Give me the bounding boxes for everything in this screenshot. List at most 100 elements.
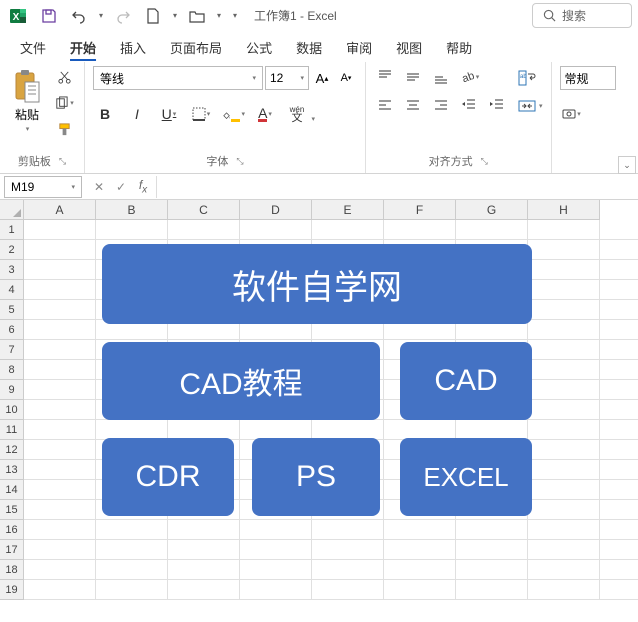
select-all-corner[interactable] [0, 200, 24, 220]
shape-cad[interactable]: CAD [400, 342, 532, 420]
cell[interactable] [600, 560, 638, 580]
cell[interactable] [96, 420, 168, 440]
font-color-button[interactable]: A▾ [253, 102, 277, 126]
orientation-icon[interactable]: ab▾ [458, 66, 480, 88]
cell[interactable] [240, 220, 312, 240]
open-folder-icon[interactable] [184, 3, 210, 29]
tab-insert[interactable]: 插入 [108, 32, 158, 63]
cell[interactable] [24, 280, 96, 300]
cell[interactable] [600, 260, 638, 280]
align-right-icon[interactable] [430, 94, 452, 116]
enter-formula-icon[interactable]: ✓ [110, 176, 132, 198]
cell[interactable] [24, 260, 96, 280]
undo-icon[interactable] [66, 3, 92, 29]
align-center-icon[interactable] [402, 94, 424, 116]
border-button[interactable]: ▾ [189, 102, 213, 126]
cell[interactable] [96, 220, 168, 240]
cell[interactable] [600, 440, 638, 460]
cell[interactable] [312, 520, 384, 540]
cell[interactable] [24, 340, 96, 360]
shape-ps[interactable]: PS [252, 438, 380, 516]
cell[interactable] [600, 300, 638, 320]
cell[interactable] [600, 340, 638, 360]
cell[interactable] [24, 560, 96, 580]
bold-button[interactable]: B [93, 102, 117, 126]
shape-excel[interactable]: EXCEL [400, 438, 532, 516]
cell[interactable] [96, 560, 168, 580]
formula-input[interactable] [156, 176, 638, 198]
cell[interactable] [24, 500, 96, 520]
cell[interactable] [456, 420, 528, 440]
cell[interactable] [24, 540, 96, 560]
cell[interactable] [24, 580, 96, 600]
cell[interactable] [456, 560, 528, 580]
cell[interactable] [528, 500, 600, 520]
cell[interactable] [384, 560, 456, 580]
col-header[interactable]: H [528, 200, 600, 220]
font-launcher-icon[interactable]: ⤡ [236, 156, 243, 167]
paste-button[interactable]: 粘贴 ▾ [8, 66, 46, 135]
row-header[interactable]: 17 [0, 540, 24, 560]
format-painter-icon[interactable] [52, 118, 76, 140]
align-left-icon[interactable] [374, 94, 396, 116]
cell[interactable] [456, 520, 528, 540]
cell[interactable] [384, 520, 456, 540]
open-dropdown[interactable]: ▾ [214, 11, 224, 20]
tab-data[interactable]: 数据 [284, 32, 334, 63]
cell[interactable] [600, 520, 638, 540]
cell[interactable] [168, 220, 240, 240]
row-header[interactable]: 6 [0, 320, 24, 340]
row-header[interactable]: 11 [0, 420, 24, 440]
cell[interactable] [384, 540, 456, 560]
col-header[interactable]: G [456, 200, 528, 220]
cell[interactable] [528, 420, 600, 440]
cell[interactable] [96, 520, 168, 540]
cell[interactable] [600, 360, 638, 380]
tab-page-layout[interactable]: 页面布局 [158, 32, 234, 63]
cell[interactable] [528, 440, 600, 460]
new-dropdown[interactable]: ▾ [170, 11, 180, 20]
row-header[interactable]: 12 [0, 440, 24, 460]
cell[interactable] [24, 400, 96, 420]
row-header[interactable]: 7 [0, 340, 24, 360]
cell[interactable] [24, 420, 96, 440]
cell[interactable] [600, 320, 638, 340]
cell[interactable] [528, 260, 600, 280]
merge-center-button[interactable]: ▾ [518, 94, 543, 118]
increase-font-icon[interactable]: A▴ [311, 66, 333, 90]
align-middle-icon[interactable] [402, 66, 424, 88]
tab-review[interactable]: 审阅 [334, 32, 384, 63]
cell[interactable] [24, 240, 96, 260]
shape-title[interactable]: 软件自学网 [102, 244, 532, 324]
alignment-launcher-icon[interactable]: ⤡ [481, 156, 488, 167]
cell[interactable] [456, 580, 528, 600]
cell[interactable] [24, 360, 96, 380]
cell[interactable] [600, 240, 638, 260]
wrap-text-button[interactable]: ab [518, 66, 543, 90]
cell[interactable] [528, 560, 600, 580]
cell[interactable] [24, 220, 96, 240]
row-header[interactable]: 16 [0, 520, 24, 540]
shape-cdr[interactable]: CDR [102, 438, 234, 516]
font-size-selector[interactable]: 12▾ [265, 66, 309, 90]
cell[interactable] [528, 580, 600, 600]
tab-home[interactable]: 开始 [58, 32, 108, 63]
cell[interactable] [240, 520, 312, 540]
cell[interactable] [168, 560, 240, 580]
row-header[interactable]: 13 [0, 460, 24, 480]
cell[interactable] [528, 240, 600, 260]
qat-customize-icon[interactable]: ▾ [228, 11, 242, 20]
cell[interactable] [528, 340, 600, 360]
row-header[interactable]: 9 [0, 380, 24, 400]
col-header[interactable]: D [240, 200, 312, 220]
cell[interactable] [600, 480, 638, 500]
row-header[interactable]: 15 [0, 500, 24, 520]
cell[interactable] [168, 420, 240, 440]
cell[interactable] [456, 540, 528, 560]
row-header[interactable]: 4 [0, 280, 24, 300]
cell[interactable] [240, 540, 312, 560]
cell[interactable] [528, 400, 600, 420]
cell[interactable] [528, 220, 600, 240]
number-format-selector[interactable]: 常规 [560, 66, 616, 90]
cell[interactable] [24, 380, 96, 400]
